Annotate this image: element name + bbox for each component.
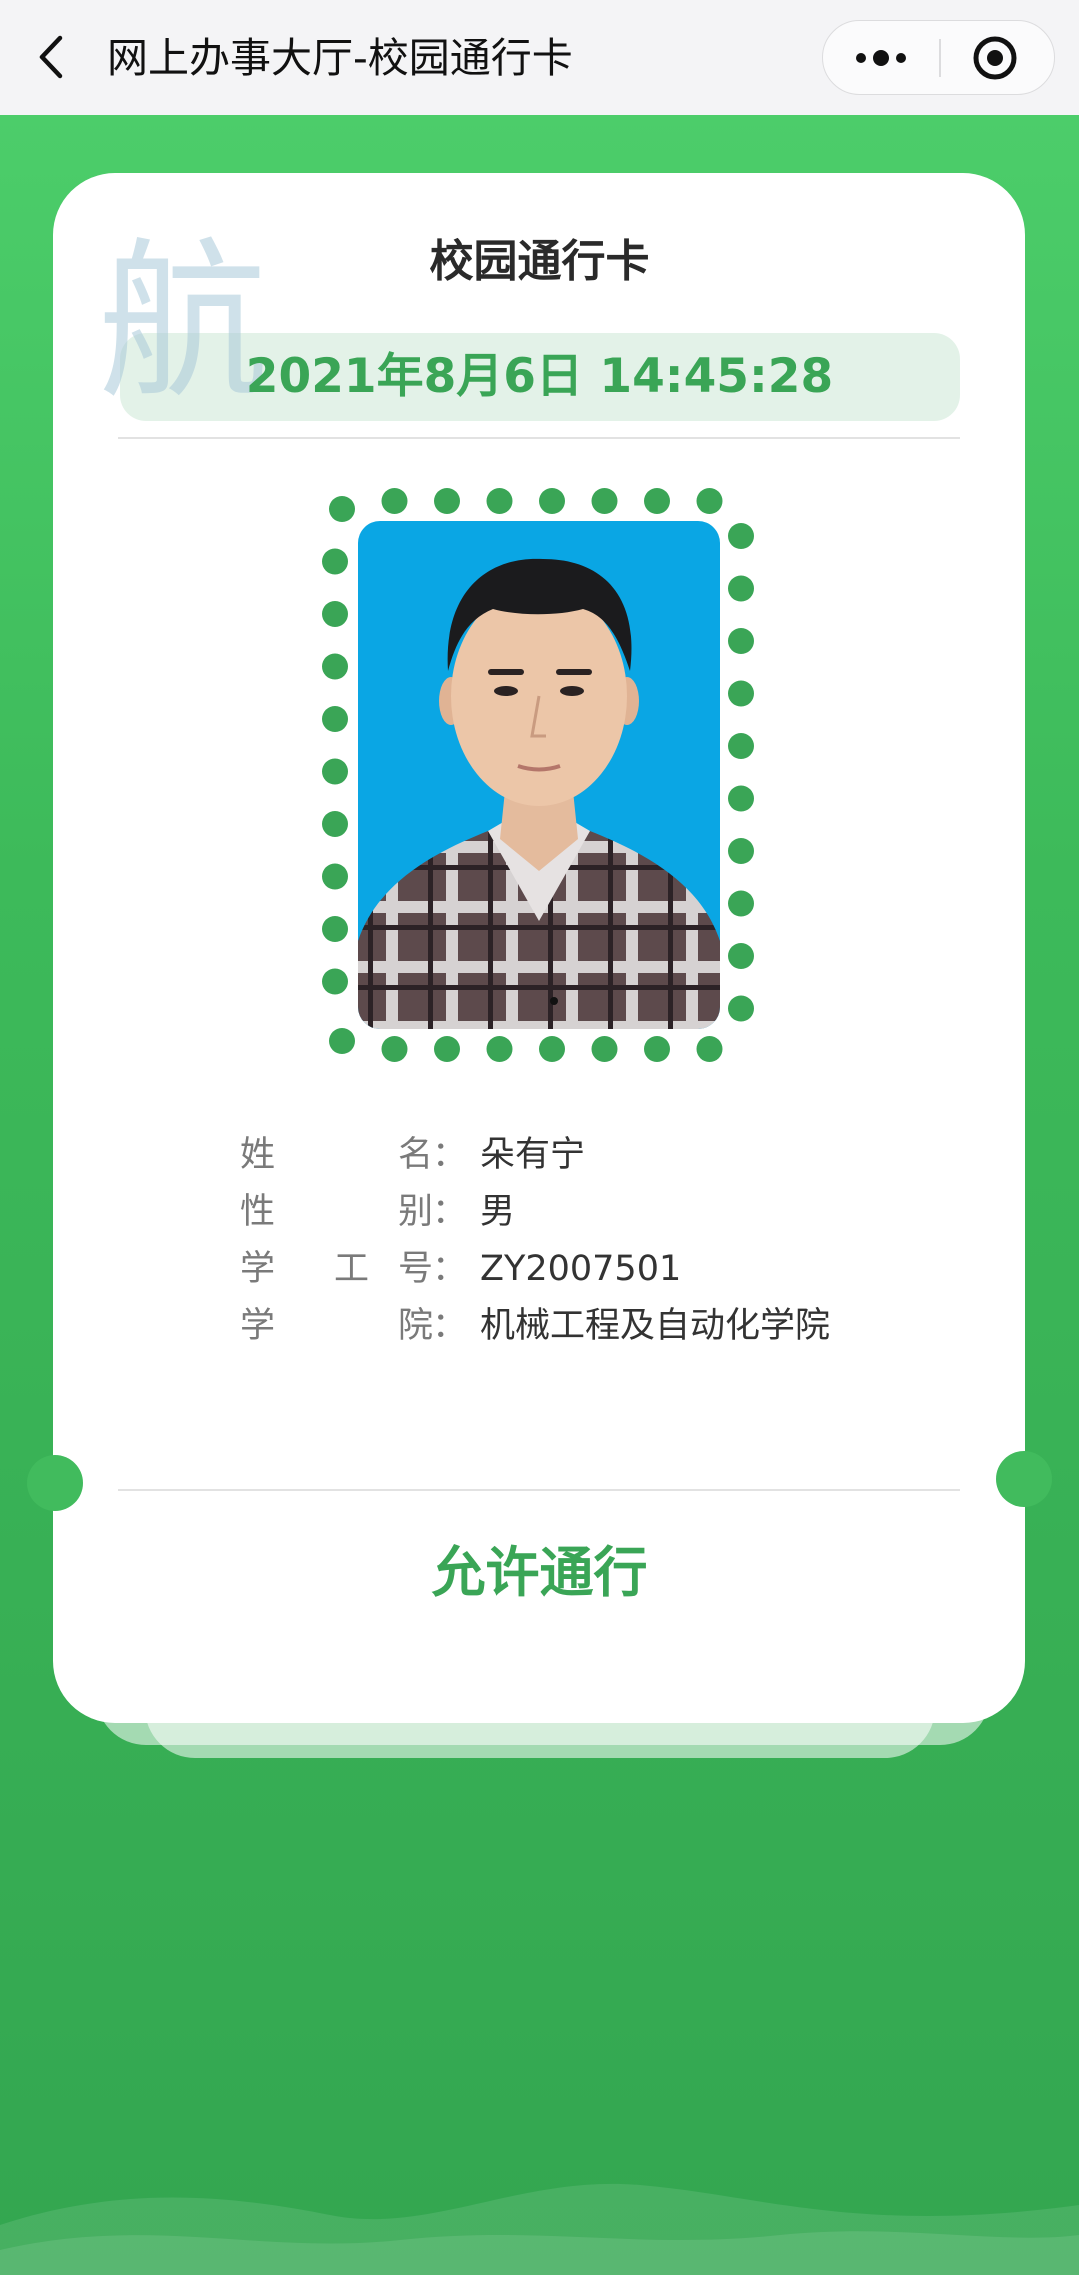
frame-dot [322,758,348,785]
frame-dot [486,488,513,514]
info-label-char: 学 [240,1249,276,1289]
target-circle-icon [973,36,1017,80]
info-colon: ： [432,1192,468,1232]
info-label-char: 工 [334,1249,370,1289]
frame-dot [329,496,355,522]
bottom-divider [118,1489,960,1491]
frame-dot [591,488,618,514]
frame-dot [644,488,670,514]
info-label: 姓名 [240,1130,434,1180]
frame-dot [322,706,348,732]
info-colon: ： [432,1249,468,1289]
frame-dot [728,733,754,759]
frame-dot [696,1036,723,1062]
frame-dot [728,785,754,812]
frame-dot [728,628,754,654]
navigation-bar: 网上办事大厅-校园通行卡 [0,0,1079,115]
top-divider [118,437,960,439]
info-colon: ： [432,1135,468,1175]
bottom-wave-decoration [0,2183,1079,2275]
frame-dot [644,1036,670,1062]
back-button[interactable] [30,30,74,85]
more-button[interactable] [823,21,939,93]
info-colon: ： [432,1306,468,1346]
frame-dot [728,943,754,969]
frame-dot [322,601,348,627]
frame-dot [381,488,408,514]
pass-status: 允许通行 [431,1541,648,1604]
datetime-text: 2021年8月6日 14:45:28 [245,349,834,404]
frame-dot [728,890,754,917]
info-label: 性别 [240,1187,434,1237]
frame-dot [322,548,348,575]
card-notch-left [27,1455,83,1511]
info-value: 朵有宁 [480,1135,586,1175]
frame-dot [539,1036,565,1062]
info-value: ZY2007501 [480,1249,682,1289]
page-title: 网上办事大厅-校园通行卡 [107,34,573,82]
frame-dot [322,863,348,890]
frame-dot [696,488,723,514]
frame-dot [728,575,754,602]
card-title: 校园通行卡 [429,236,650,287]
mini-program-capsule [822,20,1055,95]
info-label-char: 学 [240,1306,276,1346]
info-label: 学 工号 [240,1244,434,1294]
frame-dot [728,523,754,549]
user-photo [358,521,720,1029]
chevron-left-icon [39,35,63,79]
frame-dot [728,680,754,707]
frame-dot [539,488,565,514]
card-notch-right [996,1451,1052,1507]
portrait-image [358,521,720,1029]
info-label-char: 号 [398,1249,434,1289]
info-label-char: 性 [240,1192,276,1232]
info-value: 男 [480,1192,516,1232]
more-dots-icon [856,50,906,66]
close-button[interactable] [941,21,1054,93]
info-label-char: 院 [398,1306,434,1346]
frame-dot [486,1036,513,1062]
frame-dot [728,995,754,1022]
frame-dot [434,488,460,514]
frame-dot [322,916,348,942]
info-label-char: 姓 [240,1135,276,1175]
frame-dot [434,1036,460,1062]
info-value: 机械工程及自动化学院 [480,1306,831,1346]
frame-dot [322,653,348,680]
frame-dot [728,838,754,864]
frame-dot [322,811,348,837]
frame-dot [329,1028,355,1054]
info-label-char: 名 [398,1135,434,1175]
info-label: 学院 [240,1301,434,1351]
frame-dot [322,968,348,995]
frame-dot [591,1036,618,1062]
info-label-char: 别 [398,1192,434,1232]
frame-dot [381,1036,408,1062]
